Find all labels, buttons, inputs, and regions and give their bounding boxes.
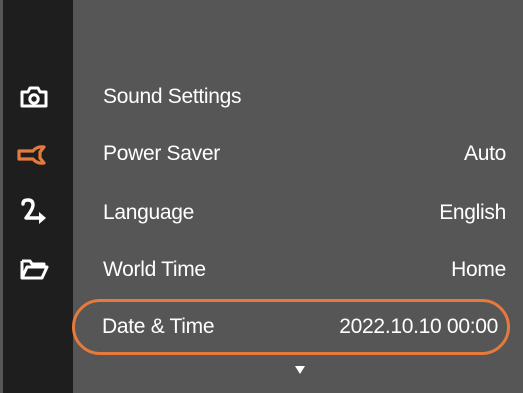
menu-item-label: Sound Settings bbox=[103, 85, 242, 108]
camera-settings-screen: Sound Settings Power Saver Auto Language… bbox=[0, 0, 523, 393]
menu-item-label: Power Saver bbox=[103, 142, 220, 165]
camera-icon bbox=[20, 86, 48, 108]
menu-item-label: Date & Time bbox=[102, 315, 215, 338]
menu-item-label: Language bbox=[103, 201, 195, 224]
down-arrow-icon[interactable] bbox=[295, 366, 305, 374]
sidebar-tab-camera[interactable] bbox=[16, 83, 52, 111]
menu-item-world-time[interactable]: World Time Home bbox=[73, 241, 523, 299]
sidebar-tab-playback[interactable] bbox=[16, 197, 52, 225]
menu-item-value: Home bbox=[451, 258, 506, 281]
menu-item-value: 2022.10.10 00:00 bbox=[339, 315, 498, 338]
playback-arrow-icon bbox=[21, 198, 46, 224]
menu-item-sound-settings[interactable]: Sound Settings bbox=[73, 68, 523, 126]
sidebar-tab-settings[interactable] bbox=[16, 141, 52, 169]
wrench-icon bbox=[17, 145, 46, 165]
sidebar-tab-folder[interactable] bbox=[16, 255, 52, 283]
menu-item-date-time[interactable]: Date & Time 2022.10.10 00:00 bbox=[72, 299, 510, 355]
menu-item-value: Auto bbox=[464, 142, 506, 165]
menu-item-power-saver[interactable]: Power Saver Auto bbox=[73, 125, 523, 183]
sidebar bbox=[3, 0, 73, 393]
menu-item-value: English bbox=[439, 201, 506, 224]
menu-item-label: World Time bbox=[103, 258, 206, 281]
folder-icon bbox=[20, 259, 49, 280]
menu-item-language[interactable]: Language English bbox=[73, 184, 523, 242]
